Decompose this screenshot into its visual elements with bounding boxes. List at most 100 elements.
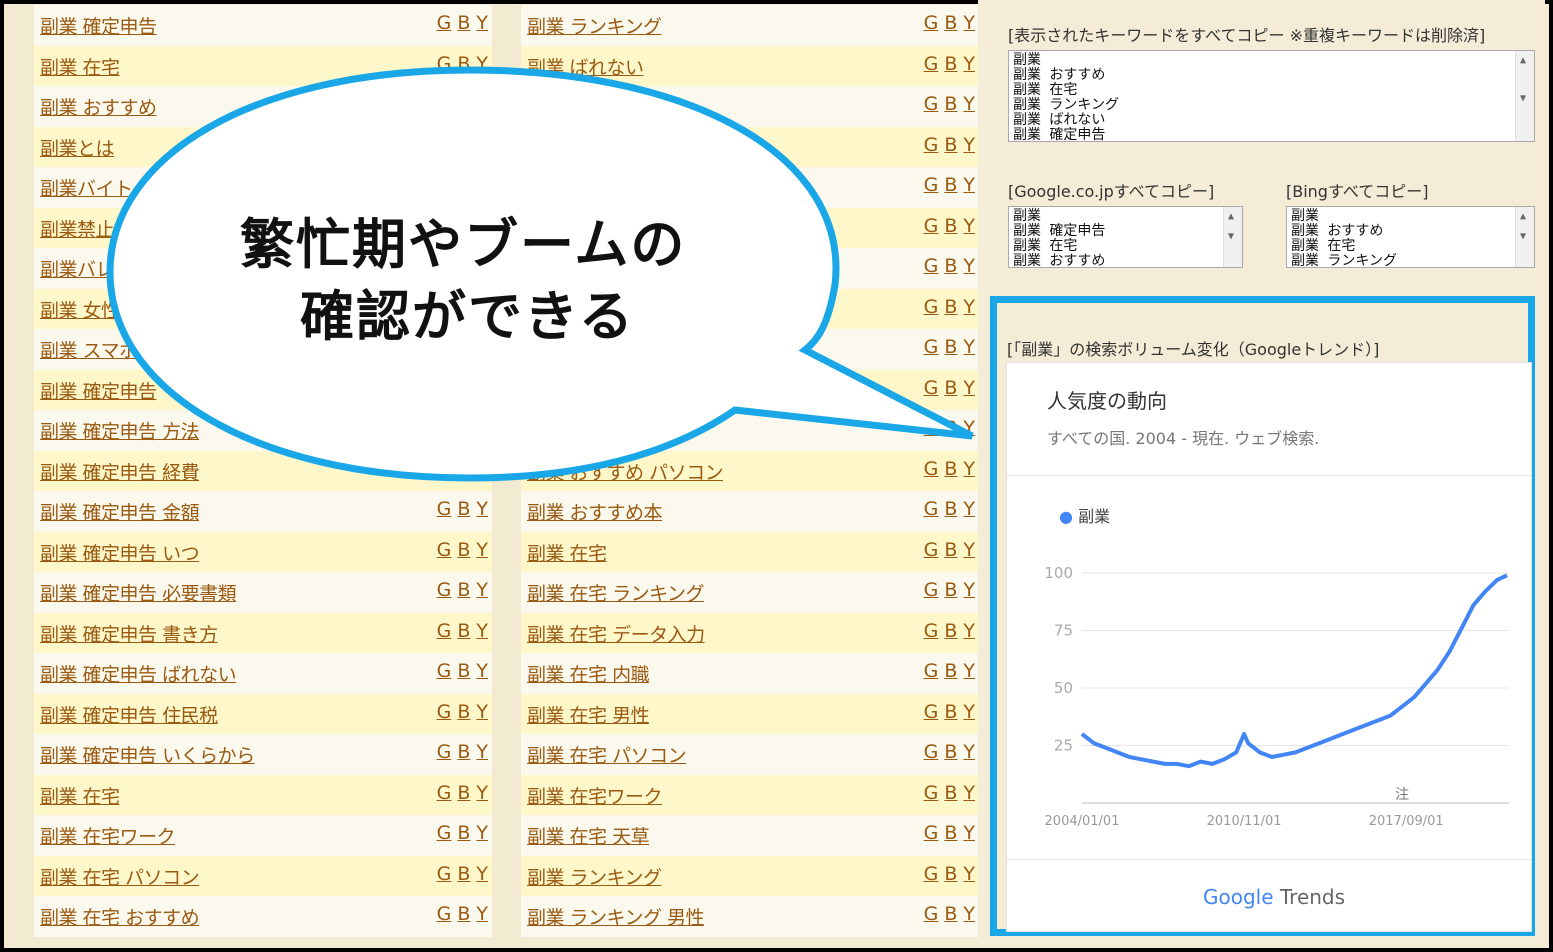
search-b-link[interactable]: B (944, 215, 957, 237)
search-b-link[interactable]: B (944, 701, 957, 723)
scroll-up-icon[interactable]: ▲ (1228, 209, 1234, 224)
keyword-link[interactable]: 副業 確定申告 金額 (40, 498, 200, 525)
search-b-link[interactable]: B (944, 903, 957, 925)
keyword-link[interactable]: 副業 確定申告 住民税 (40, 701, 218, 728)
keyword-link[interactable]: 副業 在宅 おすすめ (40, 903, 200, 930)
search-y-link[interactable]: Y (476, 782, 488, 804)
search-y-link[interactable]: Y (476, 134, 488, 156)
search-y-link[interactable]: Y (963, 336, 975, 358)
keyword-link[interactable]: 副業 おすすめ (40, 93, 157, 120)
search-g-link[interactable]: G (437, 579, 452, 601)
scroll-down-icon[interactable]: ▼ (1520, 229, 1526, 244)
search-y-link[interactable]: Y (476, 53, 488, 75)
keyword-link[interactable]: 副業 確定申告 経費 (40, 458, 200, 485)
keyword-link[interactable]: 副業 確定申告 いくらから (40, 741, 255, 768)
search-b-link[interactable]: B (457, 53, 470, 75)
keyword-link[interactable]: 副業 在宅 男性 (527, 701, 650, 728)
search-y-link[interactable]: Y (963, 377, 975, 399)
search-g-link[interactable]: G (924, 822, 939, 844)
keyword-link[interactable]: 副業 スマホ (40, 336, 138, 363)
keyword-link[interactable]: 副業 確定申告 必要書類 (40, 579, 237, 606)
scroll-up-icon[interactable]: ▲ (1520, 53, 1526, 68)
search-y-link[interactable]: Y (476, 93, 488, 115)
keyword-link[interactable]: 副業バレ (40, 255, 115, 282)
search-g-link[interactable]: G (924, 417, 939, 439)
search-g-link[interactable]: G (437, 741, 452, 763)
search-y-link[interactable]: Y (963, 53, 975, 75)
search-b-link[interactable]: B (944, 539, 957, 561)
search-g-link[interactable]: G (437, 660, 452, 682)
search-y-link[interactable]: Y (476, 539, 488, 561)
search-g-link[interactable]: G (437, 458, 452, 480)
search-y-link[interactable]: Y (963, 620, 975, 642)
search-y-link[interactable]: Y (963, 417, 975, 439)
search-g-link[interactable]: G (437, 822, 452, 844)
search-g-link[interactable]: G (437, 93, 452, 115)
search-b-link[interactable]: B (457, 701, 470, 723)
search-y-link[interactable]: Y (963, 701, 975, 723)
search-b-link[interactable]: B (944, 296, 957, 318)
search-b-link[interactable]: B (944, 660, 957, 682)
scrollbar[interactable]: ▲ ▼ (1515, 51, 1534, 141)
search-g-link[interactable]: G (924, 336, 939, 358)
search-b-link[interactable]: B (944, 93, 957, 115)
search-y-link[interactable]: Y (476, 458, 488, 480)
search-g-link[interactable]: G (924, 93, 939, 115)
search-g-link[interactable]: G (924, 255, 939, 277)
search-y-link[interactable]: Y (963, 579, 975, 601)
keyword-link[interactable]: 副業 ランキング 男性 (527, 903, 705, 930)
search-g-link[interactable]: G (924, 579, 939, 601)
keyword-link[interactable]: 副業 在宅 天草 (527, 822, 650, 849)
search-g-link[interactable]: G (437, 782, 452, 804)
search-y-link[interactable]: Y (963, 458, 975, 480)
search-b-link[interactable]: B (457, 822, 470, 844)
search-g-link[interactable]: G (924, 134, 939, 156)
keyword-link[interactable]: 副業 ランキング (527, 863, 662, 890)
scroll-down-icon[interactable]: ▼ (1228, 229, 1234, 244)
keyword-link[interactable]: 副業 在宅 パソコン (527, 741, 687, 768)
search-g-link[interactable]: G (924, 174, 939, 196)
search-g-link[interactable]: G (924, 660, 939, 682)
search-b-link[interactable]: B (457, 660, 470, 682)
search-b-link[interactable]: B (457, 458, 470, 480)
search-b-link[interactable]: B (944, 377, 957, 399)
search-g-link[interactable]: G (924, 12, 939, 34)
keyword-link[interactable]: 副業 確定申告 (40, 12, 157, 39)
keyword-link[interactable]: 副業 おすすめ パソコン (527, 458, 724, 485)
search-b-link[interactable]: B (944, 863, 957, 885)
search-b-link[interactable]: B (457, 620, 470, 642)
keyword-link[interactable]: 副業 女性 (40, 296, 120, 323)
search-y-link[interactable]: Y (476, 741, 488, 763)
keyword-link[interactable]: 副業 在宅ワーク (40, 822, 176, 849)
search-g-link[interactable]: G (924, 377, 939, 399)
search-y-link[interactable]: Y (476, 498, 488, 520)
search-b-link[interactable]: B (457, 741, 470, 763)
search-y-link[interactable]: Y (476, 863, 488, 885)
scroll-up-icon[interactable]: ▲ (1520, 209, 1526, 224)
search-y-link[interactable]: Y (476, 417, 488, 439)
keyword-link[interactable]: 副業 確定申告 方法 (40, 417, 200, 444)
search-y-link[interactable]: Y (963, 539, 975, 561)
search-b-link[interactable]: B (457, 903, 470, 925)
search-b-link[interactable]: B (944, 620, 957, 642)
keyword-link[interactable]: 副業 ランキング (527, 12, 662, 39)
search-b-link[interactable]: B (457, 12, 470, 34)
search-b-link[interactable]: B (944, 53, 957, 75)
search-y-link[interactable]: Y (963, 822, 975, 844)
keyword-link[interactable]: 副業 在宅 (527, 539, 607, 566)
search-b-link[interactable]: B (457, 863, 470, 885)
search-y-link[interactable]: Y (476, 701, 488, 723)
bing-copy-textarea[interactable]: 副業 副業 おすすめ 副業 在宅 副業 ランキング ▲ ▼ (1286, 206, 1535, 268)
search-g-link[interactable]: G (924, 539, 939, 561)
keyword-link[interactable]: 副業とは (40, 134, 115, 161)
search-y-link[interactable]: Y (476, 822, 488, 844)
search-b-link[interactable]: B (944, 822, 957, 844)
search-g-link[interactable]: G (924, 863, 939, 885)
search-y-link[interactable]: Y (476, 620, 488, 642)
keyword-link[interactable]: 副業 在宅 ランキング (527, 579, 705, 606)
search-b-link[interactable]: B (457, 539, 470, 561)
search-y-link[interactable]: Y (476, 579, 488, 601)
search-b-link[interactable]: B (944, 134, 957, 156)
search-b-link[interactable]: B (457, 93, 470, 115)
search-b-link[interactable]: B (944, 498, 957, 520)
